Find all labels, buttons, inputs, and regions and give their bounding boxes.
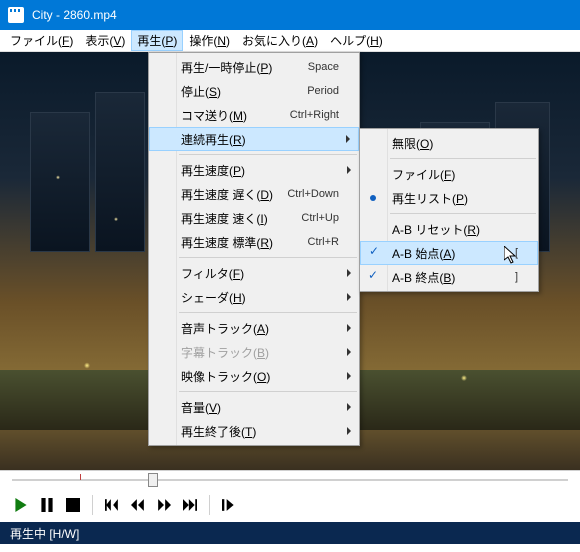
menu-shortcut: Ctrl+Up — [301, 212, 339, 224]
menu-item[interactable]: ファイル(F) — [360, 162, 538, 186]
separator — [209, 495, 210, 515]
menu-item[interactable]: 再生速度 速く(I)Ctrl+Up — [149, 206, 359, 230]
menu-separator — [179, 312, 357, 313]
menubar-item-5[interactable]: ヘルプ(H) — [324, 30, 389, 51]
menu-item[interactable]: A-B リセット(R) — [360, 217, 538, 241]
menu-shortcut: Period — [307, 85, 339, 97]
menu-label: 再生終了後(T) — [181, 423, 339, 440]
titlebar: City - 2860.mp4 — [0, 0, 580, 30]
menu-item[interactable]: 再生速度 標準(R)Ctrl+R — [149, 230, 359, 254]
menu-label: コマ送り(M) — [181, 107, 290, 124]
radio-icon — [370, 195, 376, 201]
transport-controls — [0, 488, 580, 522]
statusbar: 再生中 [H/W] — [0, 522, 580, 544]
menu-shortcut: Space — [308, 61, 339, 73]
menu-item[interactable]: 音声トラック(A) — [149, 316, 359, 340]
menu-item[interactable]: シェーダ(H) — [149, 285, 359, 309]
menu-label: 映像トラック(O) — [181, 368, 339, 385]
submenu-arrow-icon — [347, 269, 351, 277]
submenu-arrow-icon — [346, 135, 350, 143]
window-title: City - 2860.mp4 — [32, 8, 117, 22]
menu-shortcut: [ — [515, 247, 518, 259]
menu-shortcut: Ctrl+R — [308, 236, 339, 248]
menu-item[interactable]: 音量(V) — [149, 395, 359, 419]
menu-label: 再生速度 遅く(D) — [181, 186, 287, 203]
menu-separator — [390, 213, 536, 214]
menu-shortcut: Ctrl+Right — [290, 109, 339, 121]
app-icon — [8, 7, 24, 23]
menubar: ファイル(F)表示(V)再生(P)操作(N)お気に入り(A)ヘルプ(H) — [0, 30, 580, 52]
submenu-arrow-icon — [347, 348, 351, 356]
check-icon — [369, 247, 381, 259]
menu-label: 再生速度 標準(R) — [181, 234, 308, 251]
menu-label: A-B 終点(B) — [392, 269, 515, 286]
prev-chapter-button[interactable] — [101, 494, 123, 516]
separator — [92, 495, 93, 515]
seek-thumb[interactable] — [148, 473, 158, 487]
menu-label: 再生速度 速く(I) — [181, 210, 301, 227]
submenu-arrow-icon — [347, 427, 351, 435]
menu-item[interactable]: 再生/一時停止(P)Space — [149, 55, 359, 79]
menubar-item-1[interactable]: 表示(V) — [79, 30, 131, 51]
menu-label: A-B リセット(R) — [392, 221, 518, 238]
menu-repeat-submenu: 無限(O) ファイル(F) 再生リスト(P) A-B リセット(R) A-B 始点(A)… — [359, 128, 539, 292]
menu-label: 停止(S) — [181, 83, 307, 100]
step-button[interactable] — [218, 494, 240, 516]
menu-item[interactable]: 再生リスト(P) — [360, 186, 538, 210]
menu-label: 再生リスト(P) — [392, 190, 518, 207]
play-button[interactable] — [10, 494, 32, 516]
menu-label: 再生速度(P) — [181, 162, 339, 179]
menubar-item-0[interactable]: ファイル(F) — [4, 30, 79, 51]
menu-item[interactable]: フィルタ(F) — [149, 261, 359, 285]
menu-label: 再生/一時停止(P) — [181, 59, 308, 76]
menu-separator — [179, 154, 357, 155]
menu-item[interactable]: 停止(S)Period — [149, 79, 359, 103]
menu-separator — [390, 158, 536, 159]
stop-button[interactable] — [62, 494, 84, 516]
pause-button[interactable] — [36, 494, 58, 516]
menu-item: 字幕トラック(B) — [149, 340, 359, 364]
menu-item[interactable]: コマ送り(M)Ctrl+Right — [149, 103, 359, 127]
check-icon — [368, 271, 380, 283]
status-text: 再生中 [H/W] — [10, 525, 79, 542]
menu-item[interactable]: 連続再生(R) — [149, 127, 359, 151]
rewind-button[interactable] — [127, 494, 149, 516]
menu-label: 無限(O) — [392, 135, 518, 152]
menu-separator — [179, 391, 357, 392]
menu-label: フィルタ(F) — [181, 265, 339, 282]
seekbar[interactable] — [0, 470, 580, 488]
menu-item[interactable]: 再生終了後(T) — [149, 419, 359, 443]
menu-label: シェーダ(H) — [181, 289, 339, 306]
submenu-arrow-icon — [347, 324, 351, 332]
seek-mark-a — [80, 474, 81, 480]
menu-separator — [179, 257, 357, 258]
menu-label: ファイル(F) — [392, 166, 518, 183]
menubar-item-3[interactable]: 操作(N) — [183, 30, 236, 51]
menu-item[interactable]: 無限(O) — [360, 131, 538, 155]
menu-shortcut: ] — [515, 271, 518, 283]
menubar-item-4[interactable]: お気に入り(A) — [236, 30, 324, 51]
menu-shortcut: Ctrl+Down — [287, 188, 339, 200]
menu-item[interactable]: 映像トラック(O) — [149, 364, 359, 388]
forward-button[interactable] — [153, 494, 175, 516]
menu-label: A-B 始点(A) — [392, 245, 515, 262]
menu-play-popup: 再生/一時停止(P)Space停止(S)Periodコマ送り(M)Ctrl+Ri… — [148, 52, 360, 446]
menu-label: 連続再生(R) — [181, 131, 339, 148]
menu-label: 字幕トラック(B) — [181, 344, 339, 361]
submenu-arrow-icon — [347, 372, 351, 380]
menu-label: 音声トラック(A) — [181, 320, 339, 337]
submenu-arrow-icon — [347, 293, 351, 301]
menu-item[interactable]: A-B 始点(A)[ — [360, 241, 538, 265]
submenu-arrow-icon — [347, 166, 351, 174]
submenu-arrow-icon — [347, 403, 351, 411]
next-chapter-button[interactable] — [179, 494, 201, 516]
menu-item[interactable]: A-B 終点(B)] — [360, 265, 538, 289]
seek-track — [12, 479, 568, 481]
menubar-item-2[interactable]: 再生(P) — [131, 30, 183, 51]
menu-item[interactable]: 再生速度(P) — [149, 158, 359, 182]
menu-label: 音量(V) — [181, 399, 339, 416]
menu-item[interactable]: 再生速度 遅く(D)Ctrl+Down — [149, 182, 359, 206]
